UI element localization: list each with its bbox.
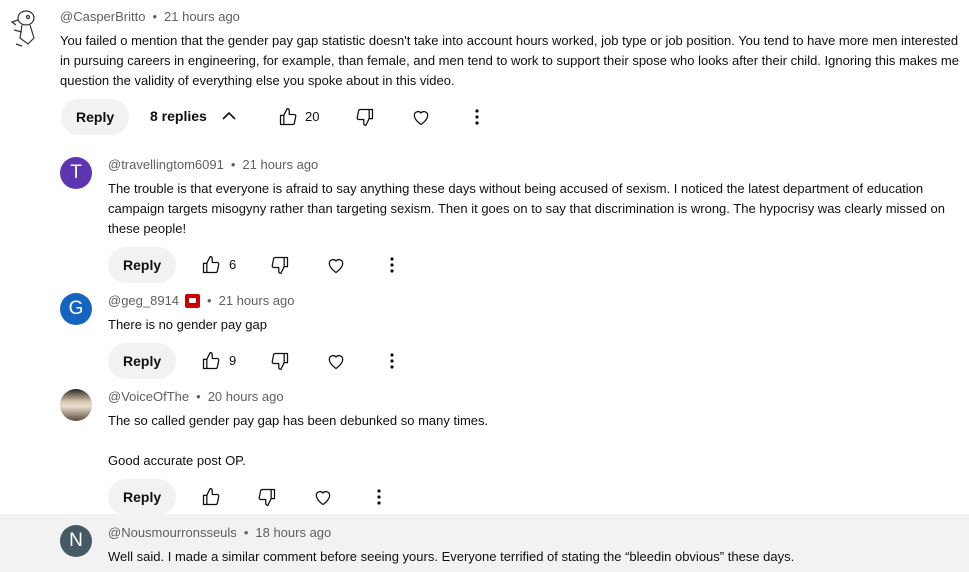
comment-text: The trouble is that everyone is afraid t… (108, 179, 958, 239)
replies-count-label: 8 replies (150, 108, 207, 124)
more-vertical-icon (377, 489, 381, 505)
thumbs-up-icon (202, 256, 220, 274)
heart-icon (413, 110, 429, 126)
member-badge-icon (185, 293, 201, 308)
heart-button[interactable] (324, 349, 348, 373)
thumbs-up-icon (279, 108, 297, 126)
separator-dot: • (152, 9, 158, 24)
separator-dot: • (243, 525, 249, 540)
chevron-up-icon (222, 111, 236, 120)
comment-paragraph: Well said. I made a similar comment befo… (108, 549, 795, 564)
avatar[interactable] (60, 389, 92, 421)
comment-text: You failed o mention that the gender pay… (60, 31, 965, 91)
comment-text: There is no gender pay gap (108, 315, 958, 335)
separator-dot: • (207, 293, 212, 308)
more-actions-button[interactable] (367, 485, 391, 509)
sketch-avatar-icon (10, 10, 35, 47)
more-vertical-icon (390, 257, 394, 273)
reply-button[interactable]: Reply (108, 479, 177, 515)
heart-button[interactable] (409, 105, 433, 129)
more-vertical-icon (390, 353, 394, 369)
like-count: 9 (229, 353, 237, 368)
like-count: 6 (229, 257, 237, 272)
author-handle[interactable]: @travellingtom6091 (108, 157, 224, 172)
comment-meta: @VoiceOfThe • 20 hours ago (108, 389, 284, 404)
avatar-letter: G (68, 298, 84, 319)
thumbs-down-icon (271, 256, 289, 274)
comment-text: The so called gender pay gap has been de… (108, 411, 958, 471)
thumbs-down-icon (356, 108, 374, 126)
timestamp[interactable]: 21 hours ago (242, 157, 318, 172)
like-button[interactable] (199, 349, 223, 373)
separator-dot: • (230, 157, 236, 172)
comment-toolbar: Reply (61, 99, 130, 135)
avatar[interactable]: G (60, 293, 92, 325)
comment-paragraph: Good accurate post OP. (108, 453, 246, 468)
author-handle[interactable]: @CasperBritto (60, 9, 145, 24)
like-button[interactable] (199, 253, 223, 277)
more-vertical-icon (475, 109, 479, 125)
more-actions-button[interactable] (465, 105, 489, 129)
comment-paragraph: There is no gender pay gap (108, 317, 267, 332)
separator-dot: • (196, 389, 201, 404)
avatar[interactable]: T (60, 157, 92, 189)
timestamp[interactable]: 21 hours ago (164, 9, 240, 24)
comment-text: Well said. I made a similar comment befo… (108, 547, 958, 567)
replies-toggle-button[interactable]: 8 replies (150, 108, 237, 124)
author-handle[interactable]: @Nousmourronsseuls (108, 525, 237, 540)
thumbs-down-icon (258, 488, 276, 506)
comment-toolbar: Reply (108, 479, 177, 515)
like-count: 20 (305, 109, 320, 124)
comment-meta: @Nousmourronsseuls • 18 hours ago (108, 525, 331, 540)
comment-paragraph: You failed o mention that the gender pay… (60, 33, 959, 88)
heart-button[interactable] (311, 485, 335, 509)
timestamp[interactable]: 21 hours ago (219, 293, 295, 308)
avatar-letter: T (70, 162, 82, 183)
timestamp[interactable]: 20 hours ago (208, 389, 284, 404)
author-handle[interactable]: @VoiceOfThe (108, 389, 189, 404)
heart-icon (328, 258, 344, 274)
comment-paragraph: The so called gender pay gap has been de… (108, 413, 489, 428)
dislike-button[interactable] (255, 485, 279, 509)
more-actions-button[interactable] (380, 253, 404, 277)
like-button[interactable] (276, 105, 300, 129)
comment-paragraph: The trouble is that everyone is afraid t… (108, 181, 945, 236)
heart-icon (315, 490, 331, 506)
reply-button[interactable]: Reply (108, 247, 177, 283)
like-button[interactable] (199, 485, 223, 509)
reply-button[interactable]: Reply (108, 343, 177, 379)
dislike-button[interactable] (353, 105, 377, 129)
dislike-button[interactable] (268, 253, 292, 277)
avatar[interactable] (8, 8, 40, 48)
comment-meta: @geg_8914 • 21 hours ago (108, 293, 295, 308)
dislike-button[interactable] (268, 349, 292, 373)
more-actions-button[interactable] (380, 349, 404, 373)
comment-toolbar: Reply (108, 247, 177, 283)
heart-icon (328, 354, 344, 370)
comment-meta: @travellingtom6091 • 21 hours ago (108, 157, 318, 172)
reply-button[interactable]: Reply (61, 99, 130, 135)
author-handle[interactable]: @geg_8914 (108, 293, 179, 308)
comment-meta: @CasperBritto • 21 hours ago (60, 9, 240, 24)
avatar[interactable]: N (60, 525, 92, 557)
comment-toolbar: Reply (108, 343, 177, 379)
heart-button[interactable] (324, 253, 348, 277)
thumbs-up-icon (202, 488, 220, 506)
timestamp[interactable]: 18 hours ago (255, 525, 331, 540)
thumbs-down-icon (271, 352, 289, 370)
avatar-letter: N (69, 530, 83, 551)
thumbs-up-icon (202, 352, 220, 370)
